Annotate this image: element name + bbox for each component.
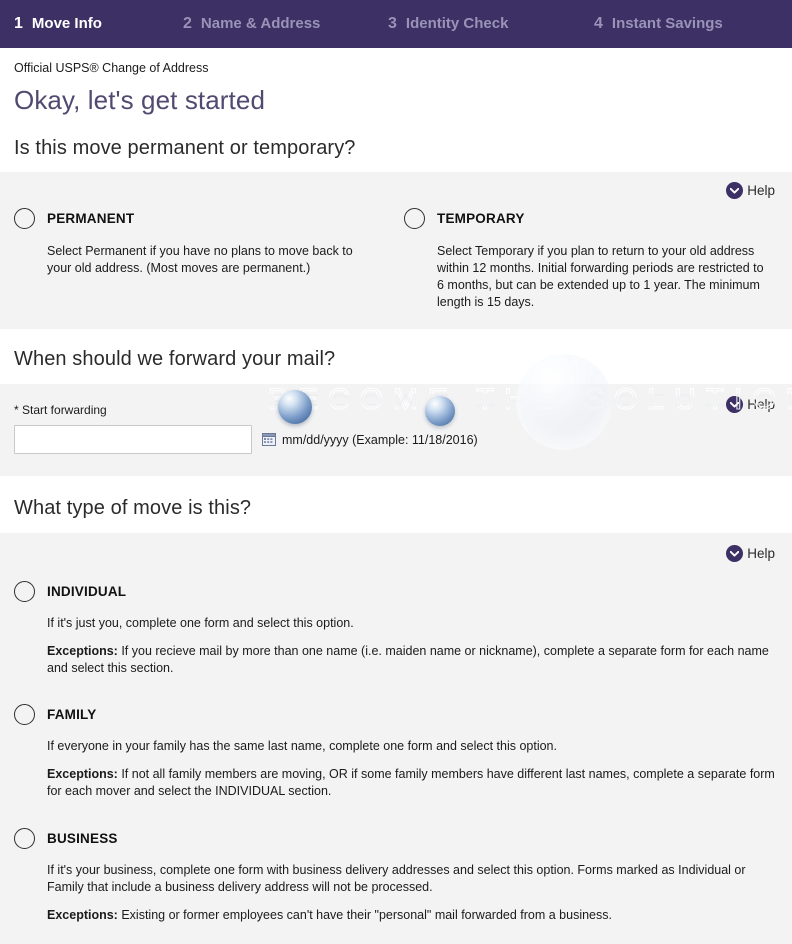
exceptions-label: Exceptions: xyxy=(47,644,118,658)
step-label: Identity Check xyxy=(405,15,509,32)
radio-individual[interactable] xyxy=(14,581,35,602)
date-format-hint: mm/dd/yyyy (Example: 11/18/2016) xyxy=(282,432,478,447)
step-label: Move Info xyxy=(31,15,102,32)
step-label: Name & Address xyxy=(200,15,321,32)
description-line: If everyone in your family has the same … xyxy=(47,739,557,753)
start-forwarding-input[interactable] xyxy=(14,425,252,454)
radio-temporary[interactable] xyxy=(404,208,425,229)
help-button-move-duration[interactable]: Help xyxy=(726,182,775,199)
option-description: If everyone in your family has the same … xyxy=(47,738,778,800)
option-label: BUSINESS xyxy=(47,831,118,846)
option-description: Select Permanent if you have no plans to… xyxy=(47,244,353,275)
option-description: If it's your business, complete one form… xyxy=(47,862,778,924)
chevron-down-icon xyxy=(726,182,744,199)
option-description: If it's just you, complete one form and … xyxy=(47,615,778,677)
exceptions-text: If you recieve mail by more than one nam… xyxy=(47,644,769,675)
option-label: FAMILY xyxy=(47,707,97,722)
option-label: INDIVIDUAL xyxy=(47,584,127,599)
official-line: Official USPS® Change of Address xyxy=(14,61,209,75)
exceptions-line: Exceptions: Existing or former employees… xyxy=(47,907,777,924)
help-label: Help xyxy=(747,546,775,561)
progress-stepper: 1 Move Info 2 Name & Address 3 Identity … xyxy=(0,0,792,48)
help-button-move-type[interactable]: Help xyxy=(726,545,775,562)
start-forwarding-label: * Start forwarding xyxy=(14,403,107,417)
option-description: Select Temporary if you plan to return t… xyxy=(437,244,764,309)
option-family[interactable]: FAMILY If everyone in your family has th… xyxy=(14,704,778,800)
exceptions-text: If not all family members are moving, OR… xyxy=(47,767,775,798)
panel-move-duration: Help PERMANENT Select Permanent if you h… xyxy=(0,172,792,329)
help-label: Help xyxy=(747,183,775,198)
option-permanent[interactable]: PERMANENT Select Permanent if you have n… xyxy=(14,208,388,311)
step-identity-check[interactable]: 3 Identity Check xyxy=(388,15,594,33)
exceptions-line: Exceptions: If you recieve mail by more … xyxy=(47,643,777,677)
step-number: 3 xyxy=(388,15,397,32)
chevron-down-icon xyxy=(726,545,744,562)
calendar-icon[interactable] xyxy=(262,433,276,446)
radio-business[interactable] xyxy=(14,828,35,849)
step-instant-savings[interactable]: 4 Instant Savings xyxy=(594,15,774,33)
page-title: Okay, let's get started xyxy=(14,85,266,115)
exceptions-line: Exceptions: If not all family members ar… xyxy=(47,766,777,800)
question-move-duration: Is this move permanent or temporary? xyxy=(14,137,356,159)
panel-move-type: Help INDIVIDUAL If it's just you, comple… xyxy=(0,533,792,944)
question-move-type: What type of move is this? xyxy=(14,497,252,519)
question-forward-date: When should we forward your mail? xyxy=(14,348,336,370)
description-line: If it's just you, complete one form and … xyxy=(47,616,354,630)
exceptions-label: Exceptions: xyxy=(47,908,118,922)
step-move-info[interactable]: 1 Move Info xyxy=(14,15,183,33)
exceptions-label: Exceptions: xyxy=(47,767,118,781)
description-line: If it's your business, complete one form… xyxy=(47,863,746,894)
exceptions-text: Existing or former employees can't have … xyxy=(117,908,612,922)
step-name-address[interactable]: 2 Name & Address xyxy=(183,15,388,33)
radio-permanent[interactable] xyxy=(14,208,35,229)
option-label: TEMPORARY xyxy=(437,211,525,226)
step-number: 2 xyxy=(183,15,192,32)
step-number: 4 xyxy=(594,15,603,32)
option-temporary[interactable]: TEMPORARY Select Temporary if you plan t… xyxy=(404,208,778,311)
panel-forward-date: BECOME THE SOLUTION BECOME THE SOLUTION … xyxy=(0,354,792,476)
option-label: PERMANENT xyxy=(47,211,135,226)
step-label: Instant Savings xyxy=(611,15,723,32)
page-intro: Official USPS® Change of Address Okay, l… xyxy=(0,48,792,117)
step-number: 1 xyxy=(14,15,23,32)
option-individual[interactable]: INDIVIDUAL If it's just you, complete on… xyxy=(14,581,778,677)
option-business[interactable]: BUSINESS If it's your business, complete… xyxy=(14,828,778,924)
radio-family[interactable] xyxy=(14,704,35,725)
